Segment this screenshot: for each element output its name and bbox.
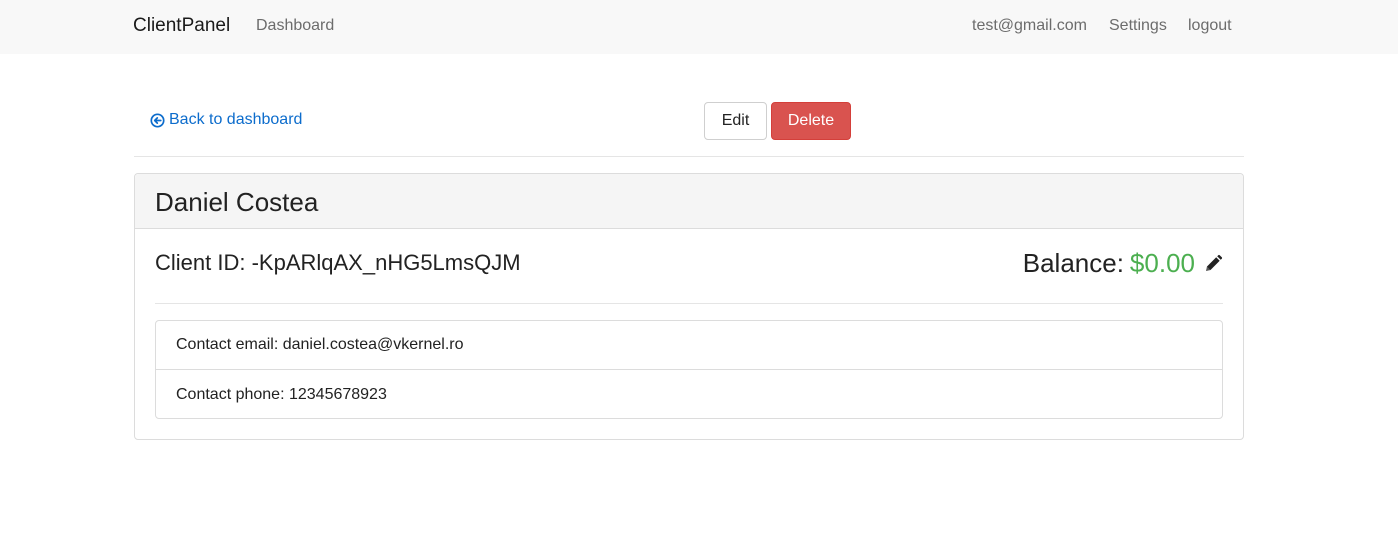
pencil-icon[interactable] — [1203, 254, 1223, 274]
contact-phone-item: Contact phone: 12345678923 — [176, 385, 387, 403]
client-name-heading: Daniel Costea — [155, 187, 319, 217]
nav-dashboard-link[interactable]: Dashboard — [256, 17, 334, 35]
brand-link[interactable]: ClientPanel — [133, 15, 230, 37]
nav-user-email-link[interactable]: test@gmail.com — [972, 17, 1087, 35]
nav-settings-link[interactable]: Settings — [1109, 17, 1167, 35]
balance-label: Balance: — [1022, 248, 1124, 278]
nav-logout-link[interactable]: logout — [1188, 17, 1232, 35]
card-divider — [155, 303, 1223, 304]
balance-amount: $0.00 — [1129, 248, 1195, 278]
delete-button[interactable]: Delete — [771, 102, 851, 140]
top-navbar: ClientPanel Dashboard test@gmail.com Set… — [0, 0, 1398, 54]
contact-list: Contact email: daniel.costea@vkernel.ro … — [155, 320, 1223, 419]
card-header: Daniel Costea — [135, 174, 1243, 229]
contact-email-item: Contact email: daniel.costea@vkernel.ro — [156, 321, 1222, 370]
client-details-card: Daniel Costea Client ID: -KpARlqAX_nHG5L… — [134, 173, 1244, 440]
back-to-dashboard-label: Back to dashboard — [169, 111, 303, 128]
back-to-dashboard-link[interactable]: Back to dashboard — [150, 111, 302, 129]
arrow-circle-left-icon — [150, 112, 165, 128]
client-id-text: Client ID: -KpARlqAX_nHG5LmsQJM — [155, 250, 521, 275]
balance-display: Balance: $0.00 — [1023, 248, 1223, 279]
edit-button[interactable]: Edit — [704, 102, 767, 140]
divider — [134, 156, 1244, 157]
